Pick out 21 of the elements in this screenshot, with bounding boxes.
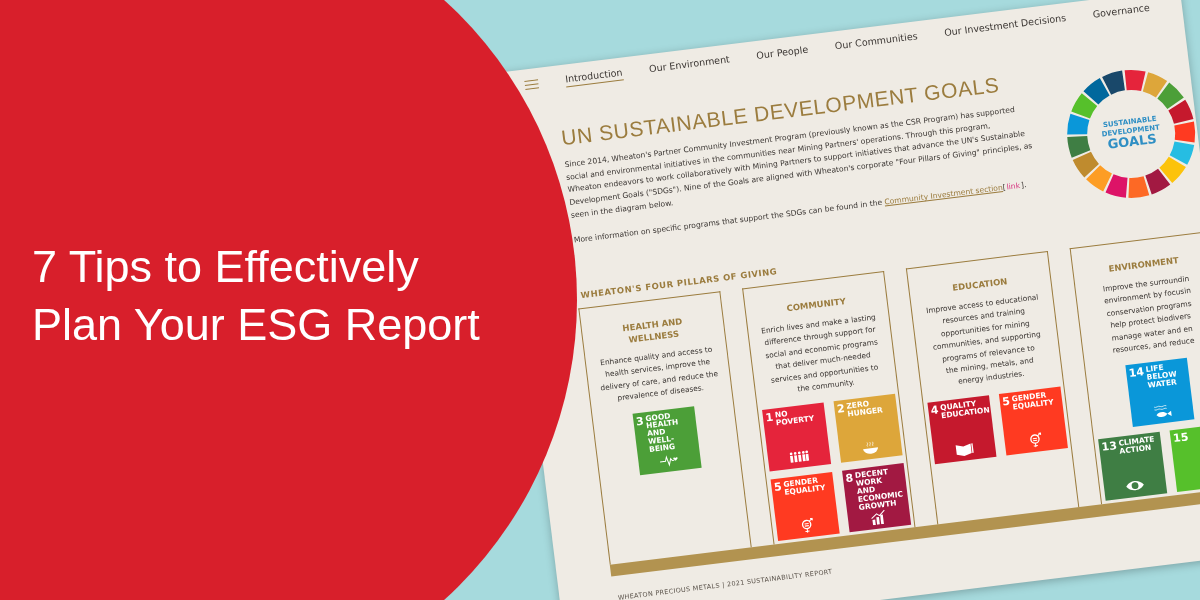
goal-number: 15 <box>1172 431 1190 445</box>
goal-number: 5 <box>773 481 783 494</box>
nav-tab[interactable]: Our People <box>755 43 810 64</box>
nav-tab[interactable]: Our Investment Decisions <box>943 12 1068 41</box>
banner-title: 7 Tips to Effectively Plan Your ESG Report <box>32 240 480 352</box>
section-heading: WHEATON'S FOUR PILLARS OF GIVING <box>580 265 779 301</box>
goal-number: 2 <box>836 403 846 416</box>
nav-tab[interactable]: Our Environment <box>648 53 731 78</box>
goal-number: 5 <box>1001 395 1011 408</box>
nav-tab[interactable]: Our Communities <box>834 30 919 55</box>
goal-number: 4 <box>930 404 940 417</box>
goal-number: 14 <box>1128 366 1145 380</box>
pillar-title: COMMUNITY <box>785 295 847 315</box>
menu-icon[interactable] <box>524 78 540 91</box>
nav-tab[interactable]: Governance <box>1092 1 1151 23</box>
pillar-title: HEALTH AND WELLNESS <box>621 315 684 347</box>
pillar-title: EDUCATION <box>951 275 1008 294</box>
goal-number: 13 <box>1101 440 1118 454</box>
goal-number: 8 <box>844 472 854 485</box>
goal-number: 1 <box>764 412 774 424</box>
goal-number: 3 <box>635 415 645 427</box>
